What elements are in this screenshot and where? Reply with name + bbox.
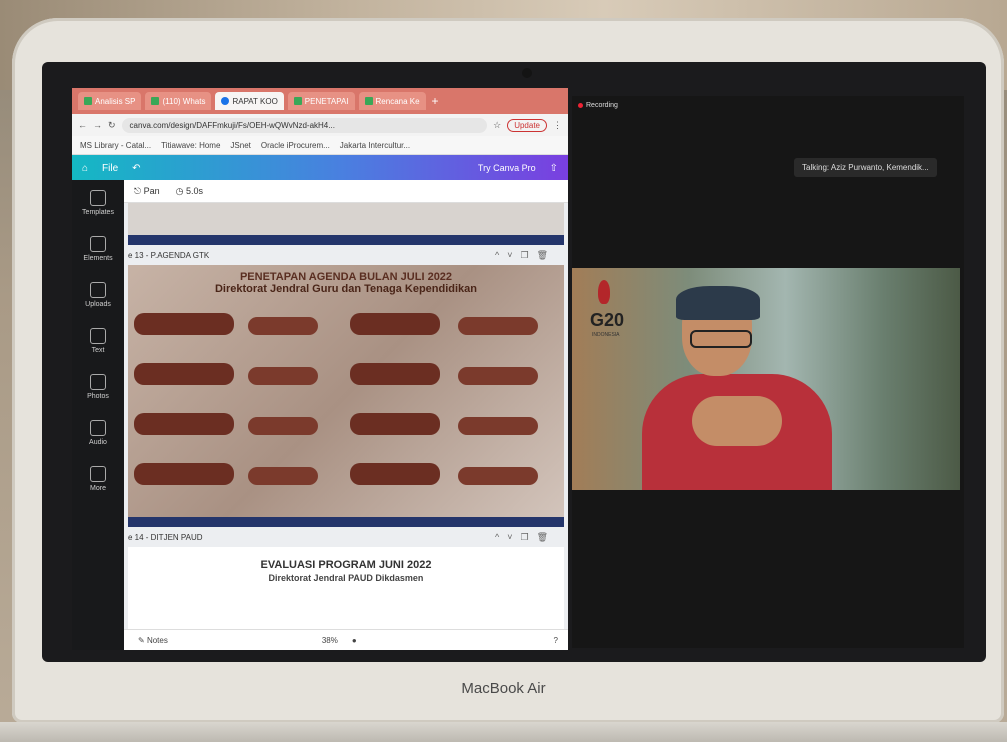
participant-person xyxy=(642,286,832,490)
participant-video[interactable]: G20 INDONESIA xyxy=(572,268,960,490)
page-13-header: e 13 - P.AGENDA GTK ^˅❐🗑 xyxy=(128,249,556,261)
agenda-node xyxy=(350,413,440,435)
slide-14[interactable]: EVALUASI PROGRAM JUNI 2022 Direktorat Je… xyxy=(128,547,564,629)
forward-icon[interactable]: → xyxy=(93,120,102,130)
bookmark-item[interactable]: Jakarta Intercultur... xyxy=(340,141,410,150)
agenda-node xyxy=(458,467,538,485)
agenda-node xyxy=(350,313,440,335)
agenda-node xyxy=(458,367,538,385)
sidebar-item-text[interactable]: Text xyxy=(72,318,124,364)
g20-logo-sub: INDONESIA xyxy=(592,332,620,338)
laptop-brand-label: MacBook Air xyxy=(461,680,546,697)
new-tab-button[interactable]: + xyxy=(432,94,439,108)
agenda-node xyxy=(248,467,318,485)
slide-13[interactable]: PENETAPAN AGENDA BULAN JULI 2022 Direkto… xyxy=(128,265,564,527)
page-controls[interactable]: ^˅❐🗑 xyxy=(495,250,556,261)
browser-window: Analisis SP (110) Whats RAPAT KOO PENETA… xyxy=(72,88,568,650)
back-icon[interactable]: ← xyxy=(78,120,87,130)
text-icon xyxy=(90,328,106,344)
bookmarks-bar: MS Library - Catal... Titiawave: Home JS… xyxy=(72,136,568,155)
reload-icon[interactable]: ↻ xyxy=(108,120,116,131)
zoom-slider-knob[interactable]: ● xyxy=(352,636,357,645)
agenda-node xyxy=(248,317,318,335)
agenda-node xyxy=(248,367,318,385)
home-icon[interactable]: ⌂ xyxy=(82,163,88,174)
undo-icon[interactable]: ↶ xyxy=(132,163,140,174)
tab-whatsapp[interactable]: (110) Whats xyxy=(145,92,212,110)
tab-penetapan[interactable]: PENETAPAI xyxy=(287,92,355,110)
pan-tool[interactable]: ⎋ Pan xyxy=(134,186,160,197)
sheets-icon xyxy=(364,97,373,105)
share-icon[interactable]: ⇧ xyxy=(550,163,558,174)
audio-icon xyxy=(90,420,106,436)
sheets-icon xyxy=(293,97,302,105)
photos-icon xyxy=(90,374,106,390)
menu-icon[interactable]: ⋮ xyxy=(553,120,562,131)
url-field[interactable]: canva.com/design/DAFFmkuji/Fs/OEH-wQWvNz… xyxy=(121,117,488,133)
editor-toolrow: ⎋ Pan ◷ 5.0s xyxy=(124,180,568,203)
sidebar-item-elements[interactable]: Elements xyxy=(72,226,124,272)
bookmark-item[interactable]: MS Library - Catal... xyxy=(80,141,151,150)
slide-13-title: PENETAPAN AGENDA BULAN JULI 2022 xyxy=(239,271,453,283)
agenda-node xyxy=(248,417,318,435)
g20-logo: G20 xyxy=(590,310,625,330)
bookmark-item[interactable]: JSnet xyxy=(230,141,250,150)
star-icon[interactable]: ☆ xyxy=(493,120,501,131)
slide-12-preview[interactable] xyxy=(128,203,564,245)
update-button[interactable]: Update xyxy=(507,118,547,132)
canva-sidebar: Templates Elements Uploads Text Photos A… xyxy=(72,180,124,650)
agenda-node xyxy=(458,317,538,335)
g20-logo-flame xyxy=(598,280,610,304)
tab-rapat[interactable]: RAPAT KOO xyxy=(215,92,284,110)
tab-bar: Analisis SP (110) Whats RAPAT KOO PENETA… xyxy=(72,88,568,114)
page-14-header: e 14 - DITJEN PAUD ^˅❐🗑 xyxy=(128,531,556,543)
elements-icon xyxy=(90,236,106,252)
agenda-node xyxy=(458,417,538,435)
agenda-node xyxy=(134,463,234,485)
tab-rencana[interactable]: Rencana Ke xyxy=(358,92,426,110)
try-canva-pro-button[interactable]: Try Canva Pro xyxy=(478,163,536,173)
canva-statusbar: ✎ Notes 38% ● ? xyxy=(124,629,568,650)
sidebar-item-uploads[interactable]: Uploads xyxy=(72,272,124,318)
talking-indicator: Talking: Aziz Purwanto, Kemendik... xyxy=(794,158,937,177)
sidebar-item-photos[interactable]: Photos xyxy=(72,364,124,410)
agenda-node xyxy=(134,363,234,385)
agenda-node xyxy=(350,463,440,485)
notes-button[interactable]: ✎ Notes xyxy=(138,636,168,645)
slide-14-subtitle: Direktorat Jendral PAUD Dikdasmen xyxy=(268,573,424,583)
canva-editor: ⎋ Pan ◷ 5.0s e 13 - P.AGENDA GTK ^˅❐🗑 PE… xyxy=(124,180,568,650)
uploads-icon xyxy=(90,282,106,298)
file-menu[interactable]: File xyxy=(102,163,118,174)
agenda-node xyxy=(350,363,440,385)
agenda-node xyxy=(134,413,234,435)
zoom-level[interactable]: 38% xyxy=(322,636,338,645)
canva-icon xyxy=(221,97,230,105)
sidebar-item-audio[interactable]: Audio xyxy=(72,410,124,456)
sidebar-item-templates[interactable]: Templates xyxy=(72,180,124,226)
canva-toolbar: ⌂ File ↶ Try Canva Pro ⇧ xyxy=(72,155,568,181)
timing-tool[interactable]: ◷ 5.0s xyxy=(176,186,203,197)
slide-14-title: EVALUASI PROGRAM JUNI 2022 xyxy=(260,559,432,571)
tab-analisis[interactable]: Analisis SP xyxy=(78,92,142,110)
help-icon[interactable]: ? xyxy=(554,636,558,645)
bookmark-item[interactable]: Oracle iProcurem... xyxy=(261,141,330,150)
bookmark-item[interactable]: Titiawave: Home xyxy=(161,141,220,150)
page-controls[interactable]: ^˅❐🗑 xyxy=(495,532,556,543)
templates-icon xyxy=(90,190,106,206)
video-meeting-panel: Recording Talking: Aziz Purwanto, Kemend… xyxy=(572,96,964,648)
recording-indicator: Recording xyxy=(578,102,618,109)
webcam xyxy=(522,68,532,78)
address-bar-row: ← → ↻ canva.com/design/DAFFmkuji/Fs/OEH-… xyxy=(72,114,568,136)
sidebar-item-more[interactable]: More xyxy=(72,456,124,502)
agenda-node xyxy=(134,313,234,335)
sheets-icon xyxy=(84,97,92,105)
slide-13-subtitle: Direktorat Jendral Guru dan Tenaga Kepen… xyxy=(214,283,478,295)
whatsapp-icon xyxy=(151,97,160,105)
more-icon xyxy=(90,466,106,482)
record-dot-icon xyxy=(578,103,583,108)
laptop-base xyxy=(0,722,1007,742)
